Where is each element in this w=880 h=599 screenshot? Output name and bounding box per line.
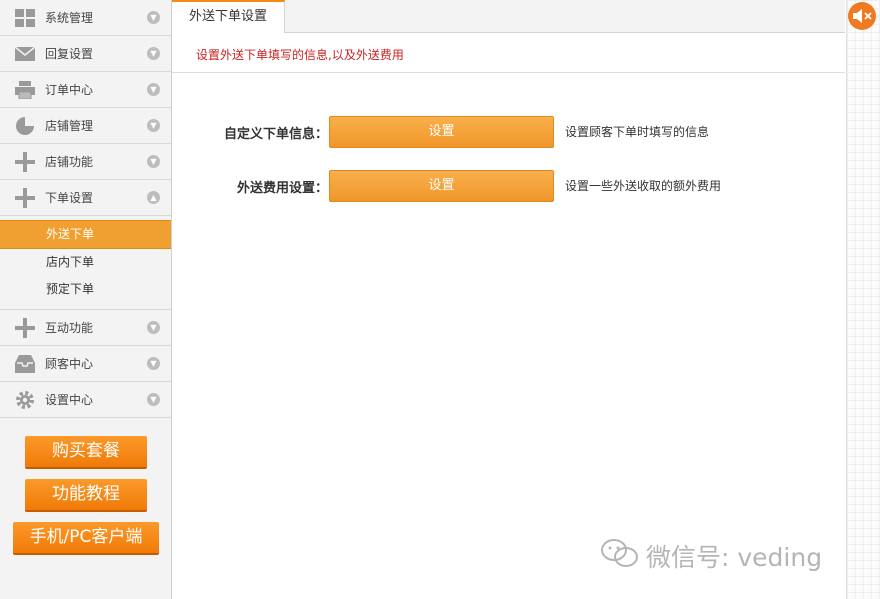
divider xyxy=(172,72,845,73)
tab-delivery-order-settings[interactable]: 外送下单设置 xyxy=(172,0,285,33)
inbox-icon xyxy=(14,353,36,375)
watermark: 微信号: veding xyxy=(600,538,822,574)
sub-item-reservation-order[interactable]: 预定下单 xyxy=(0,276,171,303)
chevron-down-icon[interactable]: ▼ xyxy=(147,47,160,60)
chevron-down-icon[interactable]: ▼ xyxy=(147,357,160,370)
plus-icon xyxy=(14,317,36,339)
printer-icon xyxy=(14,79,36,101)
tab-bar: 外送下单设置 xyxy=(172,0,845,33)
sidebar-item-label: 店铺功能 xyxy=(45,155,94,169)
tutorial-button[interactable]: 功能教程 xyxy=(25,479,147,510)
sidebar-item-store-features[interactable]: 店铺功能 ▼ xyxy=(0,144,171,180)
wechat-icon xyxy=(600,538,640,574)
custom-order-info-label: 自定义下单信息： xyxy=(223,127,328,142)
sidebar-item-label: 下单设置 xyxy=(45,191,94,205)
watermark-text: 微信号: veding xyxy=(646,543,823,572)
sidebar-item-interaction[interactable]: 互动功能 ▼ xyxy=(0,310,171,346)
sidebar-item-label: 互动功能 xyxy=(45,321,94,335)
notice-text: 设置外送下单填写的信息,以及外送费用 xyxy=(196,48,404,62)
buy-package-button[interactable]: 购买套餐 xyxy=(25,436,147,467)
chevron-up-icon[interactable]: ▲ xyxy=(147,191,160,204)
delivery-fee-label: 外送费用设置： xyxy=(236,181,328,196)
gear-icon xyxy=(14,389,36,411)
sidebar: 系统管理 ▼ 回复设置 ▼ 订单中心 ▼ 店铺管理 ▼ 店铺功能 ▼ 下单设置 xyxy=(0,0,172,599)
right-scroll-strip xyxy=(846,0,880,599)
chevron-down-icon[interactable]: ▼ xyxy=(147,83,160,96)
chevron-down-icon[interactable]: ▼ xyxy=(147,119,160,132)
sidebar-item-store[interactable]: 店铺管理 ▼ xyxy=(0,108,171,144)
custom-order-info-desc: 设置顾客下单时填写的信息 xyxy=(565,125,710,139)
delivery-fee-desc: 设置一些外送收取的额外费用 xyxy=(565,179,722,193)
main-content: 外送下单设置 设置外送下单填写的信息,以及外送费用 自定义下单信息： 设置 设置… xyxy=(172,0,845,599)
sidebar-item-label: 店铺管理 xyxy=(45,119,94,133)
grid-icon xyxy=(14,7,36,29)
mute-icon[interactable] xyxy=(848,2,876,30)
chevron-down-icon[interactable]: ▼ xyxy=(147,155,160,168)
delivery-fee-set-button[interactable]: 设置 xyxy=(329,170,554,202)
sub-item-delivery-order[interactable]: 外送下单 xyxy=(0,220,171,249)
sidebar-item-label: 回复设置 xyxy=(45,47,94,61)
sidebar-item-label: 系统管理 xyxy=(45,11,94,25)
chevron-down-icon[interactable]: ▼ xyxy=(147,393,160,406)
sidebar-item-reply[interactable]: 回复设置 ▼ xyxy=(0,36,171,72)
sub-item-dine-in-order[interactable]: 店内下单 xyxy=(0,249,171,276)
sidebar-item-label: 订单中心 xyxy=(45,83,94,97)
sidebar-item-system[interactable]: 系统管理 ▼ xyxy=(0,0,171,36)
submenu: 外送下单 店内下单 预定下单 xyxy=(0,216,171,310)
sidebar-item-orders[interactable]: 订单中心 ▼ xyxy=(0,72,171,108)
pie-chart-icon xyxy=(14,115,36,137)
sidebar-item-customers[interactable]: 顾客中心 ▼ xyxy=(0,346,171,382)
envelope-icon xyxy=(14,43,36,65)
custom-order-info-set-button[interactable]: 设置 xyxy=(329,116,554,148)
sidebar-item-order-settings[interactable]: 下单设置 ▲ xyxy=(0,180,171,216)
sidebar-item-label: 设置中心 xyxy=(45,393,94,407)
client-download-button[interactable]: 手机/PC客户端 xyxy=(13,522,159,553)
plus-icon xyxy=(14,187,36,209)
sidebar-item-label: 顾客中心 xyxy=(45,357,94,371)
plus-icon xyxy=(14,151,36,173)
chevron-down-icon[interactable]: ▼ xyxy=(147,11,160,24)
chevron-down-icon[interactable]: ▼ xyxy=(147,321,160,334)
sidebar-item-settings[interactable]: 设置中心 ▼ xyxy=(0,382,171,418)
